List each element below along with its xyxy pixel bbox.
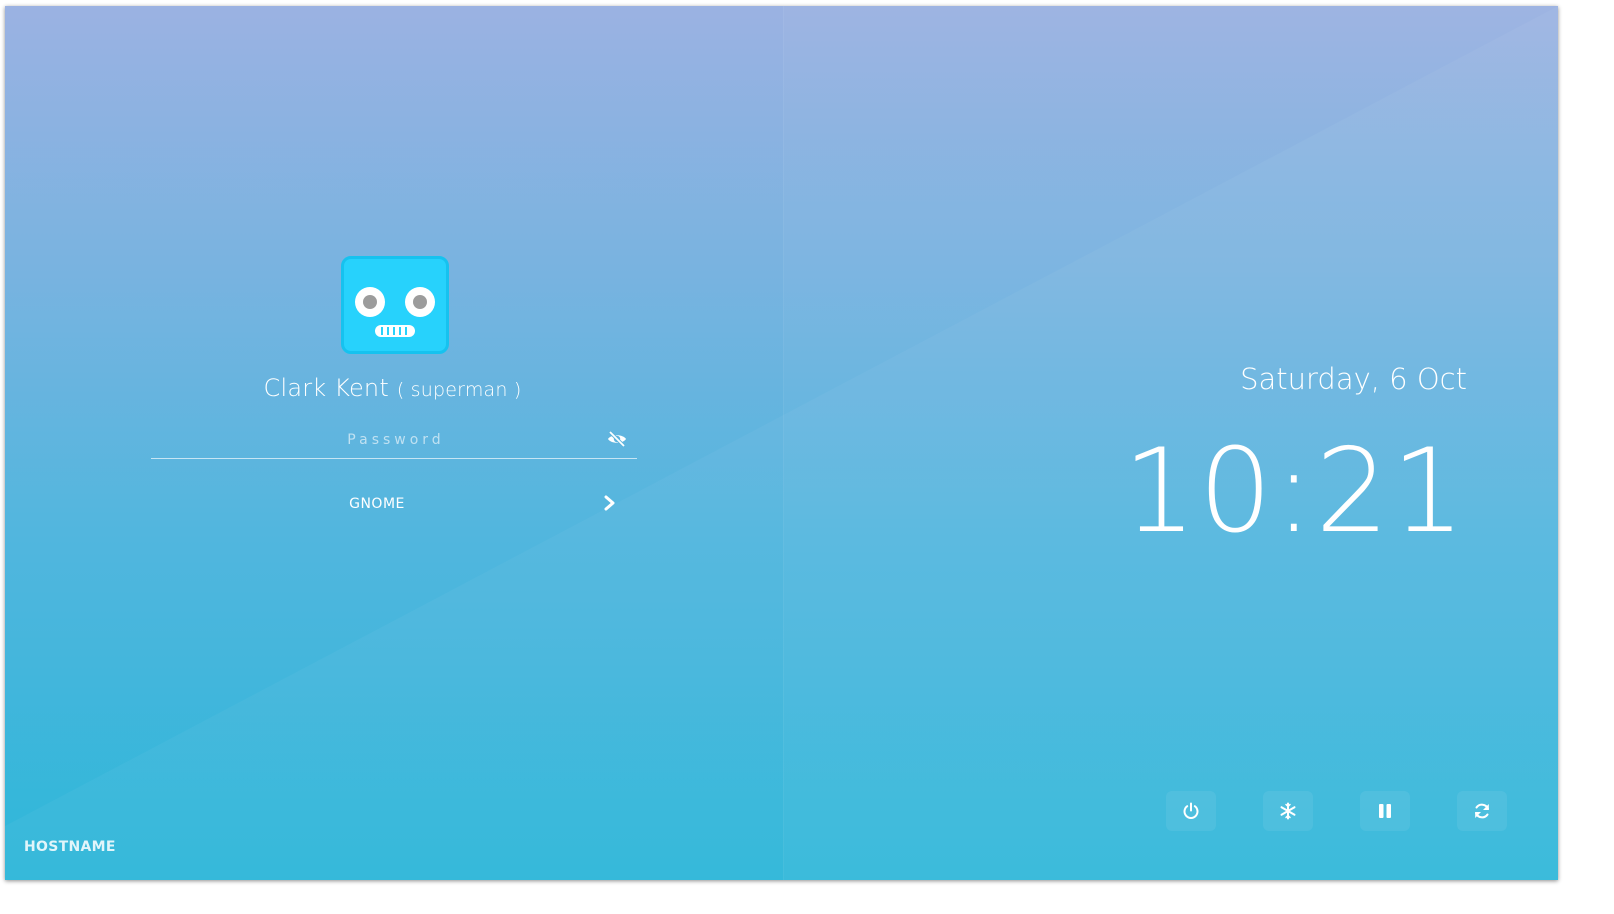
login-screen: Clark Kent ( superman ) GNOME HOSTNAME S… [5,6,1558,880]
login-handle: ( superman ) [396,379,522,401]
user-avatar [341,256,449,354]
password-field-container [151,422,641,459]
password-input[interactable] [151,422,641,458]
power-icon [1183,802,1199,819]
avatar-left-eye [355,287,385,317]
hibernate-button[interactable] [1263,791,1313,831]
snowflake-icon [1280,802,1296,820]
hostname-label: HOSTNAME [24,839,116,855]
pause-icon [1379,804,1391,818]
chevron-right-icon[interactable] [603,494,617,512]
avatar-mouth [375,325,415,337]
clock-time: 10:21 [1122,424,1467,559]
restart-button[interactable] [1457,791,1507,831]
session-name: GNOME [349,496,405,512]
full-name: Clark Kent [263,374,389,402]
session-selector[interactable]: GNOME [151,490,637,520]
avatar-right-eye [405,287,435,317]
refresh-icon [1475,803,1489,819]
suspend-button[interactable] [1360,791,1410,831]
eye-slash-icon[interactable] [607,431,627,447]
shutdown-button[interactable] [1166,791,1216,831]
date-label: Saturday, 6 Oct [1240,362,1467,396]
panel-divider [783,6,784,880]
user-name-label[interactable]: Clark Kent ( superman ) [155,374,630,402]
